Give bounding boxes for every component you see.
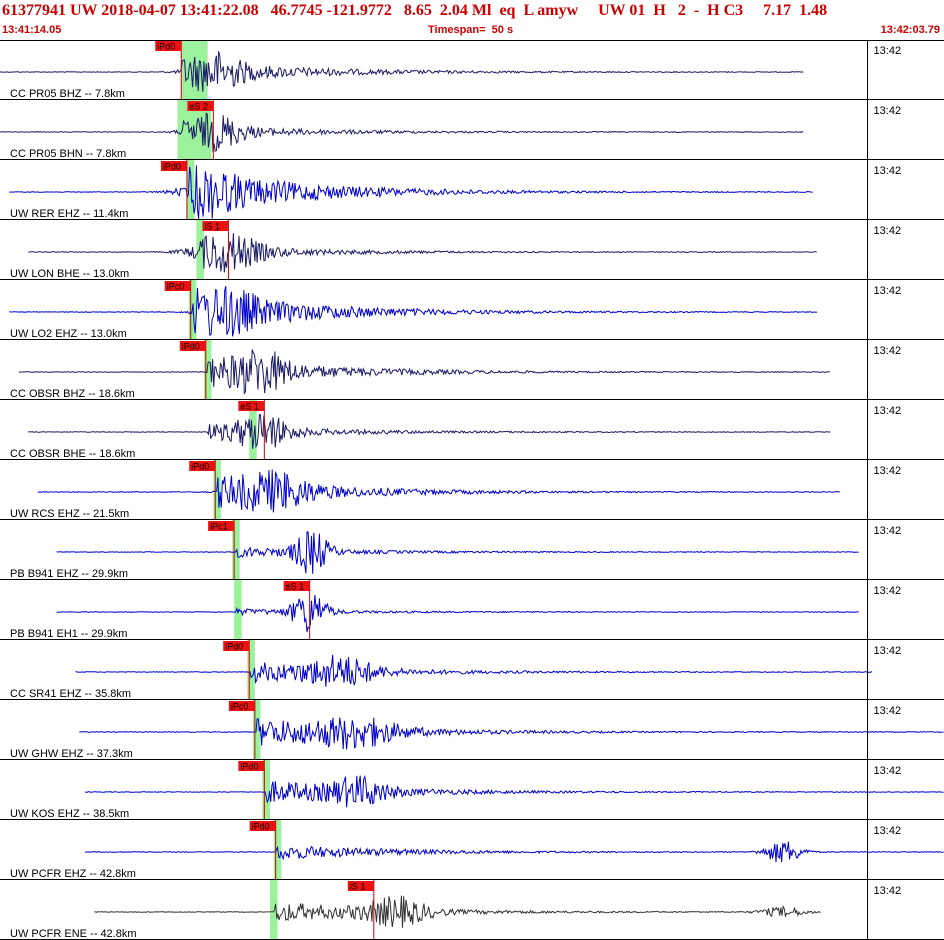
waveform-trace [75,654,873,687]
pick-label: eS 2 [189,102,208,112]
pick-label: iPd0 [240,762,258,772]
station-label: UW RCS EHZ -- 21.5km [10,508,129,520]
station-label: PB B941 EHZ -- 29.9km [10,568,128,580]
station-label: CC PR05 BHN -- 7.8km [10,148,126,160]
station-label: UW LO2 EHZ -- 13.0km [10,328,127,340]
station-label: UW PCFR ENE -- 42.8km [10,928,137,940]
station-label: UW GHW EHZ -- 37.3km [10,748,133,760]
waveform-trace [37,469,840,513]
waveform-trace [56,531,859,574]
pick-label: eS 1 [286,582,305,592]
pick-label: iPc0 [231,702,249,712]
minute-tick-label: 13:42 [874,45,902,57]
seismogram-panel: iPd0 CC PR05 BHZ -- 7.8km 13:42 eS 2 CC PR05… [0,40,944,940]
event-header: 61377941 UW 2018-04-07 13:41:22.08 46.77… [0,0,944,40]
pick-label: iPd0 [225,642,243,652]
pick-label: iPc1 [210,522,228,532]
waveform-trace [9,285,818,337]
station-label: CC PR05 BHZ -- 7.8km [10,88,125,100]
station-label: UW PCFR EHZ -- 42.8km [10,868,136,880]
start-time: 13:41:14.05 [2,24,62,36]
minute-tick-label: 13:42 [874,405,902,417]
minute-tick-label: 13:42 [874,165,902,177]
minute-tick-label: 13:42 [874,645,902,657]
waveform-trace [84,774,944,808]
minute-tick-label: 13:42 [874,225,902,237]
station-label: CC OBSR BHZ -- 18.6km [10,388,135,400]
waveform-trace [0,112,804,153]
pick-label: iPd0 [157,42,175,52]
pick-label: iPc0 [167,282,185,292]
minute-tick-label: 13:42 [874,825,902,837]
minute-tick-label: 13:42 [874,345,902,357]
timespan-label: Timespan= 50 s [428,24,514,36]
minute-tick-label: 13:42 [874,525,902,537]
station-label: UW LON BHE -- 13.0km [10,268,129,280]
waveform-trace [28,413,831,449]
waveform-trace [9,165,813,219]
waveform-trace [84,841,944,863]
pick-label: iPd0 [182,342,200,352]
waveform-trace [18,349,831,395]
minute-tick-label: 13:42 [874,885,902,897]
minute-tick-label: 13:42 [874,585,902,597]
waveform-trace [56,595,859,633]
pick-window [234,580,242,640]
minute-tick-label: 13:42 [874,105,902,117]
station-label: CC SR41 EHZ -- 35.8km [10,688,131,700]
station-label: CC OBSR BHE -- 18.6km [10,448,135,460]
station-label: UW RER EHZ -- 11.4km [10,208,128,220]
pick-label: iPd0 [191,462,209,472]
waveform-trace [94,895,821,928]
end-time: 13:42:03.79 [880,24,940,36]
pick-label: iS 1 [204,222,220,232]
pick-label: iPd0 [252,822,270,832]
waveform-trace [79,717,944,750]
waveform-trace [28,233,817,273]
pick-window [186,160,195,220]
minute-tick-label: 13:42 [874,765,902,777]
minute-tick-label: 13:42 [874,285,902,297]
event-title: 61377941 UW 2018-04-07 13:41:22.08 46.77… [2,2,828,19]
pick-label: iPd0 [163,162,181,172]
station-label: UW KOS EHZ -- 38.5km [10,808,129,820]
waveform-trace [0,51,804,92]
pick-label: iS 1 [350,882,366,892]
minute-tick-label: 13:42 [874,465,902,477]
pick-label: eS 1 [240,402,259,412]
minute-tick-label: 13:42 [874,705,902,717]
station-label: PB B941 EH1 -- 29.9km [10,628,127,640]
